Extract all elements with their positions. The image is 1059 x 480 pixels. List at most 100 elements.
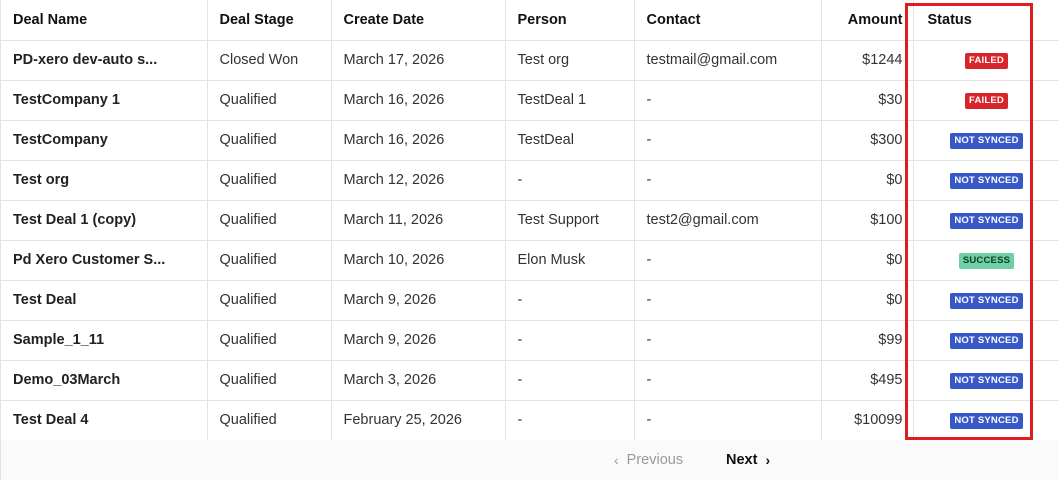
create-date-cell: March 10, 2026 (331, 240, 506, 281)
column-header-amount[interactable]: Amount (821, 0, 914, 41)
amount-cell: $30 (821, 80, 914, 121)
status-cell: NOT SYNCED (913, 280, 1059, 321)
amount-cell: $0 (821, 280, 914, 321)
table-row[interactable]: TestCompany Qualified March 16, 2026 TestDe… (1, 120, 1059, 161)
create-date-cell: March 9, 2026 (331, 320, 506, 361)
status-cell: NOT SYNCED (913, 120, 1059, 161)
contact-cell: testmail@gmail.com (634, 40, 822, 81)
status-cell: FAILED (913, 40, 1059, 81)
person-cell: TestDeal 1 (505, 80, 635, 121)
person-cell: - (505, 160, 635, 201)
deals-table-container: Deal Name Deal Stage Create Date Person … (0, 0, 1059, 480)
person-cell: Elon Musk (505, 240, 635, 281)
status-cell: NOT SYNCED (913, 400, 1059, 441)
table-row[interactable]: Test Deal Qualified March 9, 2026- - $0 NOT S… (1, 280, 1059, 321)
amount-cell: $300 (821, 120, 914, 161)
amount-cell: $0 (821, 240, 914, 281)
create-date-cell: March 16, 2026 (331, 80, 506, 121)
person-cell: - (505, 400, 635, 441)
next-page-button[interactable]: Next › (726, 452, 770, 468)
status-cell: NOT SYNCED (913, 160, 1059, 201)
table-row[interactable]: Demo_03March Qualified March 3, 2026- - $495… (1, 360, 1059, 401)
deal-stage-cell: Qualified (207, 120, 332, 161)
table-row[interactable]: Test Deal 4 Qualified February 25, 2026- - $… (1, 400, 1059, 441)
status-cell: SUCCESS (913, 240, 1059, 281)
person-cell: - (505, 360, 635, 401)
amount-cell: $0 (821, 160, 914, 201)
person-cell: Test Support (505, 200, 635, 241)
status-badge: SUCCESS (958, 253, 1015, 269)
deal-stage-cell: Qualified (207, 280, 332, 321)
next-label: Next (726, 452, 758, 468)
deal-stage-cell: Qualified (207, 200, 332, 241)
deal-name-cell[interactable]: Pd Xero Customer S... (1, 240, 208, 281)
previous-label: Previous (626, 452, 684, 468)
person-cell: - (505, 320, 635, 361)
contact-cell: - (634, 120, 822, 161)
status-badge: NOT SYNCED (950, 333, 1023, 349)
column-header-status[interactable]: Status (913, 0, 1059, 41)
deal-stage-cell: Qualified (207, 360, 332, 401)
deals-table: Deal Name Deal Stage Create Date Person … (1, 0, 1059, 441)
deal-name-cell[interactable]: Sample_1_11 (1, 320, 208, 361)
chevron-left-icon: ‹ (614, 452, 619, 468)
status-badge: FAILED (965, 93, 1008, 109)
column-header-create-date[interactable]: Create Date (331, 0, 506, 41)
column-header-deal-stage[interactable]: Deal Stage (207, 0, 332, 41)
deal-stage-cell: Qualified (207, 80, 332, 121)
chevron-right-icon: › (765, 452, 771, 468)
deal-name-cell[interactable]: Test org (1, 160, 208, 201)
deal-stage-cell: Qualified (207, 160, 332, 201)
column-header-contact[interactable]: Contact (634, 0, 822, 41)
table-row[interactable]: Test Deal 1 (copy) Qualified March 11, 202… (1, 200, 1059, 241)
person-cell: - (505, 280, 635, 321)
status-cell: FAILED (913, 80, 1059, 121)
status-badge: NOT SYNCED (950, 413, 1023, 429)
contact-cell: - (634, 160, 822, 201)
create-date-cell: March 12, 2026 (331, 160, 506, 201)
deal-stage-cell: Qualified (207, 320, 332, 361)
contact-cell: - (634, 400, 822, 441)
deal-stage-cell: Qualified (207, 400, 332, 441)
create-date-cell: March 17, 2026 (331, 40, 506, 81)
create-date-cell: March 11, 2026 (331, 200, 506, 241)
deal-name-cell[interactable]: PD-xero dev-auto s... (1, 40, 208, 81)
contact-cell: - (634, 80, 822, 121)
amount-cell: $495 (821, 360, 914, 401)
create-date-cell: March 16, 2026 (331, 120, 506, 161)
amount-cell: $10099 (821, 400, 914, 441)
column-header-deal-name[interactable]: Deal Name (1, 0, 208, 41)
table-row[interactable]: PD-xero dev-auto s... Closed Won March 17,… (1, 40, 1059, 81)
person-cell: Test org (505, 40, 635, 81)
deal-name-cell[interactable]: Demo_03March (1, 360, 208, 401)
status-badge: NOT SYNCED (950, 373, 1023, 389)
status-badge: NOT SYNCED (950, 293, 1023, 309)
amount-cell: $100 (821, 200, 914, 241)
status-badge: FAILED (965, 53, 1008, 69)
column-header-person[interactable]: Person (505, 0, 635, 41)
contact-cell: - (634, 240, 822, 281)
table-header-row: Deal Name Deal Stage Create Date Person … (1, 0, 1059, 41)
table-row[interactable]: TestCompany 1 Qualified March 16, 2026 Test… (1, 80, 1059, 121)
deal-name-cell[interactable]: Test Deal 4 (1, 400, 208, 441)
table-row[interactable]: Pd Xero Customer S... Qualified March 10, … (1, 240, 1059, 281)
contact-cell: test2@gmail.com (634, 200, 822, 241)
table-row[interactable]: Test org Qualified March 12, 2026- - $0 NOT S… (1, 160, 1059, 201)
deal-name-cell[interactable]: TestCompany 1 (1, 80, 208, 121)
deal-name-cell[interactable]: TestCompany (1, 120, 208, 161)
status-badge: NOT SYNCED (950, 173, 1023, 189)
table-row[interactable]: Sample_1_11 Qualified March 9, 2026- - $99 NO… (1, 320, 1059, 361)
status-badge: NOT SYNCED (950, 133, 1023, 149)
amount-cell: $99 (821, 320, 914, 361)
status-cell: NOT SYNCED (913, 200, 1059, 241)
pagination-bar: ‹ Previous Next › (0, 440, 1059, 480)
status-badge: NOT SYNCED (950, 213, 1023, 229)
create-date-cell: March 3, 2026 (331, 360, 506, 401)
deal-name-cell[interactable]: Test Deal 1 (copy) (1, 200, 208, 241)
previous-page-button[interactable]: ‹ Previous (614, 452, 683, 468)
status-cell: NOT SYNCED (913, 360, 1059, 401)
deal-stage-cell: Qualified (207, 240, 332, 281)
contact-cell: - (634, 320, 822, 361)
deal-name-cell[interactable]: Test Deal (1, 280, 208, 321)
status-cell: NOT SYNCED (913, 320, 1059, 361)
